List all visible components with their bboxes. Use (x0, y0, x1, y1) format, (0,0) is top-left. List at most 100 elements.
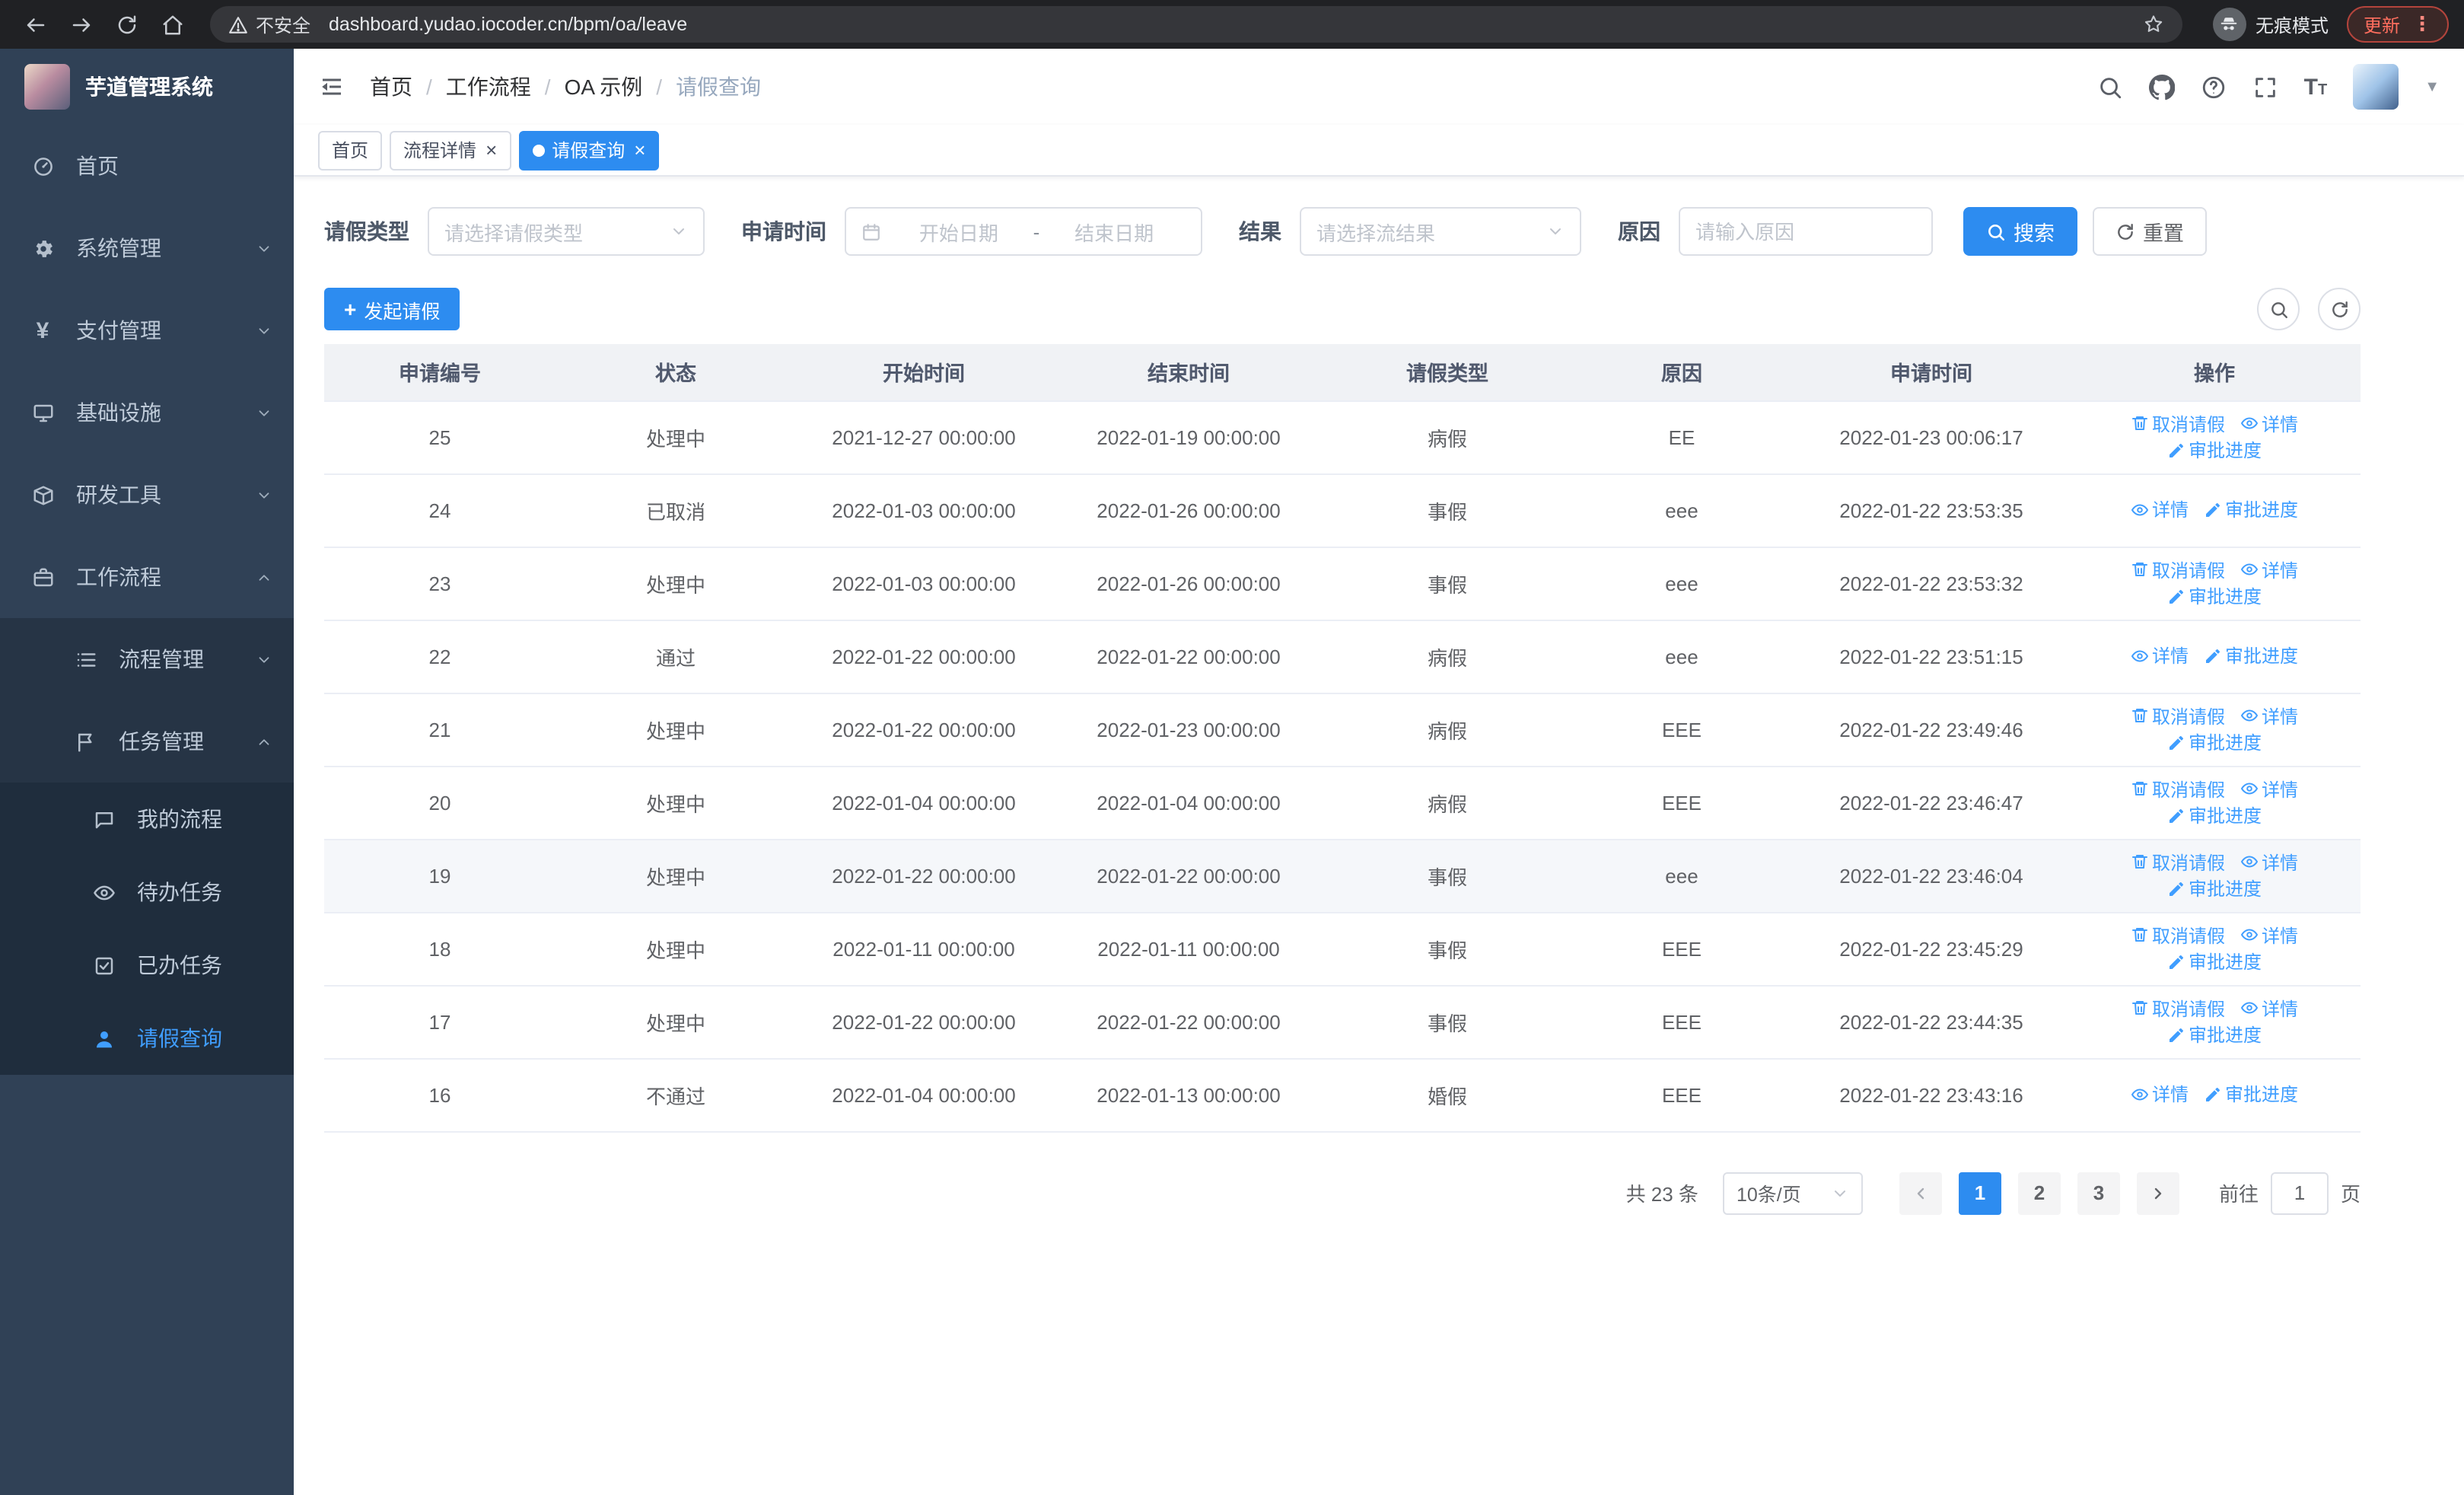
next-page-button[interactable] (2136, 1171, 2179, 1214)
font-size-icon[interactable]: TT (2304, 74, 2328, 100)
sidebar-item[interactable]: ¥ 支付管理 (0, 289, 294, 371)
browser-back-button[interactable] (15, 5, 55, 44)
prev-page-button[interactable] (1899, 1171, 1942, 1214)
cell-apply-time: 2022-01-22 23:46:47 (1794, 766, 2068, 840)
sidebar-item[interactable]: 已办任务 (0, 929, 294, 1002)
detail-link[interactable]: 详情 (2240, 849, 2298, 875)
page-number-button[interactable]: 2 (2017, 1171, 2061, 1214)
security-warning[interactable]: 不安全 (228, 11, 310, 37)
sidebar-item[interactable]: 基础设施 (0, 371, 294, 454)
sidebar-item[interactable]: 任务管理 (0, 700, 294, 783)
page-number-button[interactable]: 3 (2077, 1171, 2120, 1214)
url-bar[interactable]: 不安全 dashboard.yudao.iocoder.cn/bpm/oa/le… (210, 6, 2182, 43)
browser-update-button[interactable]: 更新 ⋮ (2346, 6, 2449, 43)
search-icon[interactable] (2097, 74, 2123, 100)
sidebar-item[interactable]: 待办任务 (0, 856, 294, 929)
cancel-leave-link[interactable]: 取消请假 (2131, 776, 2225, 802)
table-row[interactable]: 16 不通过 2022-01-04 00:00:00 2022-01-13 00:00… (324, 1058, 2361, 1132)
fullscreen-icon[interactable] (2252, 74, 2278, 100)
cancel-leave-link[interactable]: 取消请假 (2131, 995, 2225, 1021)
table-row[interactable]: 23 处理中 2022-01-03 00:00:00 2022-01-26 00:00… (324, 547, 2361, 620)
tags-view-item[interactable]: 流程详情 × (390, 130, 511, 170)
tags-view-item[interactable]: 请假查询 × (518, 130, 660, 170)
result-select[interactable]: 请选择流结果 (1300, 207, 1581, 256)
table-row[interactable]: 22 通过 2022-01-22 00:00:00 2022-01-22 00:00:… (324, 620, 2361, 693)
table-row[interactable]: 24 已取消 2022-01-03 00:00:00 2022-01-26 00:00… (324, 473, 2361, 547)
sidebar-item[interactable]: 流程管理 (0, 618, 294, 700)
sidebar-item-label: 支付管理 (76, 318, 161, 343)
detail-link[interactable]: 详情 (2240, 410, 2298, 436)
close-icon[interactable]: × (485, 140, 497, 160)
table-row[interactable]: 18 处理中 2022-01-11 00:00:00 2022-01-11 00:00… (324, 912, 2361, 986)
cancel-leave-link[interactable]: 取消请假 (2131, 556, 2225, 582)
table-row[interactable]: 21 处理中 2022-01-22 00:00:00 2022-01-23 00:00… (324, 693, 2361, 767)
approval-progress-link[interactable]: 审批进度 (2167, 583, 2262, 609)
cell-leave-type: 事假 (1326, 547, 1569, 620)
approval-progress-link[interactable]: 审批进度 (2167, 948, 2262, 974)
browser-menu-icon[interactable]: ⋮ (2412, 12, 2432, 37)
github-icon[interactable] (2148, 74, 2175, 100)
detail-link[interactable]: 详情 (2240, 995, 2298, 1021)
approval-progress-link[interactable]: 审批进度 (2167, 875, 2262, 901)
table-row[interactable]: 25 处理中 2021-12-27 00:00:00 2022-01-19 00:00… (324, 400, 2361, 474)
chevron-down-icon (256, 486, 272, 503)
browser-refresh-button[interactable] (107, 5, 146, 44)
sidebar-item[interactable]: 研发工具 (0, 454, 294, 536)
approval-progress-link[interactable]: 审批进度 (2167, 1022, 2262, 1047)
sidebar-item[interactable]: 工作流程 (0, 536, 294, 618)
reset-button[interactable]: 重置 (2093, 207, 2207, 256)
detail-link[interactable]: 详情 (2240, 556, 2298, 582)
approval-progress-link[interactable]: 审批进度 (2167, 802, 2262, 828)
approval-progress-link[interactable]: 审批进度 (2167, 437, 2262, 463)
sidebar-item[interactable]: 我的流程 (0, 783, 294, 856)
apply-time-range-picker[interactable]: 开始日期 - 结束日期 (845, 207, 1202, 256)
sidebar-item[interactable]: 请假查询 (0, 1002, 294, 1075)
approval-progress-link[interactable]: 审批进度 (2204, 497, 2298, 523)
browser-home-button[interactable] (152, 5, 192, 44)
cancel-leave-link[interactable]: 取消请假 (2131, 703, 2225, 728)
breadcrumb-item[interactable]: 工作流程 (446, 72, 531, 102)
detail-link[interactable]: 详情 (2131, 1082, 2189, 1108)
browser-forward-button[interactable] (61, 5, 100, 44)
page-number-button[interactable]: 1 (1958, 1171, 2001, 1214)
close-icon[interactable]: × (634, 140, 645, 160)
hamburger-icon[interactable] (318, 73, 345, 100)
cancel-leave-link[interactable]: 取消请假 (2131, 410, 2225, 436)
detail-link[interactable]: 详情 (2131, 643, 2189, 669)
approval-progress-link[interactable]: 审批进度 (2167, 729, 2262, 755)
avatar-caret-icon[interactable]: ▼ (2424, 78, 2440, 95)
sidebar-item[interactable]: 系统管理 (0, 207, 294, 289)
leave-table: 申请编号 状态 开始时间 结束时间 请假类型 原因 申请时间 操作 25 处理中 2021-12-… (324, 344, 2361, 1132)
detail-link[interactable]: 详情 (2240, 776, 2298, 802)
bookmark-star-icon[interactable] (2143, 14, 2164, 35)
create-leave-button[interactable]: + 发起请假 (324, 288, 460, 330)
search-button[interactable]: 搜索 (1963, 207, 2077, 256)
leave-type-select[interactable]: 请选择请假类型 (428, 207, 705, 256)
toggle-search-button[interactable] (2257, 288, 2300, 330)
breadcrumb-item[interactable]: OA 示例 (565, 72, 643, 102)
breadcrumb-item[interactable]: 首页 (370, 72, 412, 102)
cancel-leave-link[interactable]: 取消请假 (2131, 849, 2225, 875)
cell-actions: 取消请假 详情 审批进度 (2068, 400, 2361, 474)
table-row[interactable]: 19 处理中 2022-01-22 00:00:00 2022-01-22 00:00… (324, 839, 2361, 913)
column-header: 申请编号 (324, 344, 556, 401)
goto-page-input[interactable] (2270, 1171, 2329, 1214)
page-size-select[interactable]: 10条/页 (1722, 1171, 1863, 1214)
help-icon[interactable] (2201, 74, 2227, 100)
detail-link[interactable]: 详情 (2131, 497, 2189, 523)
approval-progress-link[interactable]: 审批进度 (2204, 643, 2298, 669)
detail-link[interactable]: 详情 (2240, 922, 2298, 948)
reason-input[interactable] (1679, 207, 1933, 256)
tags-view-item[interactable]: 首页 (318, 130, 383, 170)
table-row[interactable]: 17 处理中 2022-01-22 00:00:00 2022-01-22 00:00… (324, 985, 2361, 1059)
approval-progress-link[interactable]: 审批进度 (2204, 1082, 2298, 1108)
cancel-leave-link[interactable]: 取消请假 (2131, 922, 2225, 948)
app-logo-row[interactable]: 芋道管理系统 (0, 49, 294, 125)
sidebar-item[interactable]: 首页 (0, 125, 294, 207)
refresh-table-button[interactable] (2318, 288, 2361, 330)
detail-link[interactable]: 详情 (2240, 703, 2298, 728)
cell-actions: 取消请假 详情 审批进度 (2068, 693, 2361, 767)
detail-link-label: 详情 (2262, 852, 2299, 873)
user-avatar[interactable] (2353, 64, 2399, 110)
table-row[interactable]: 20 处理中 2022-01-04 00:00:00 2022-01-04 00:00… (324, 766, 2361, 840)
